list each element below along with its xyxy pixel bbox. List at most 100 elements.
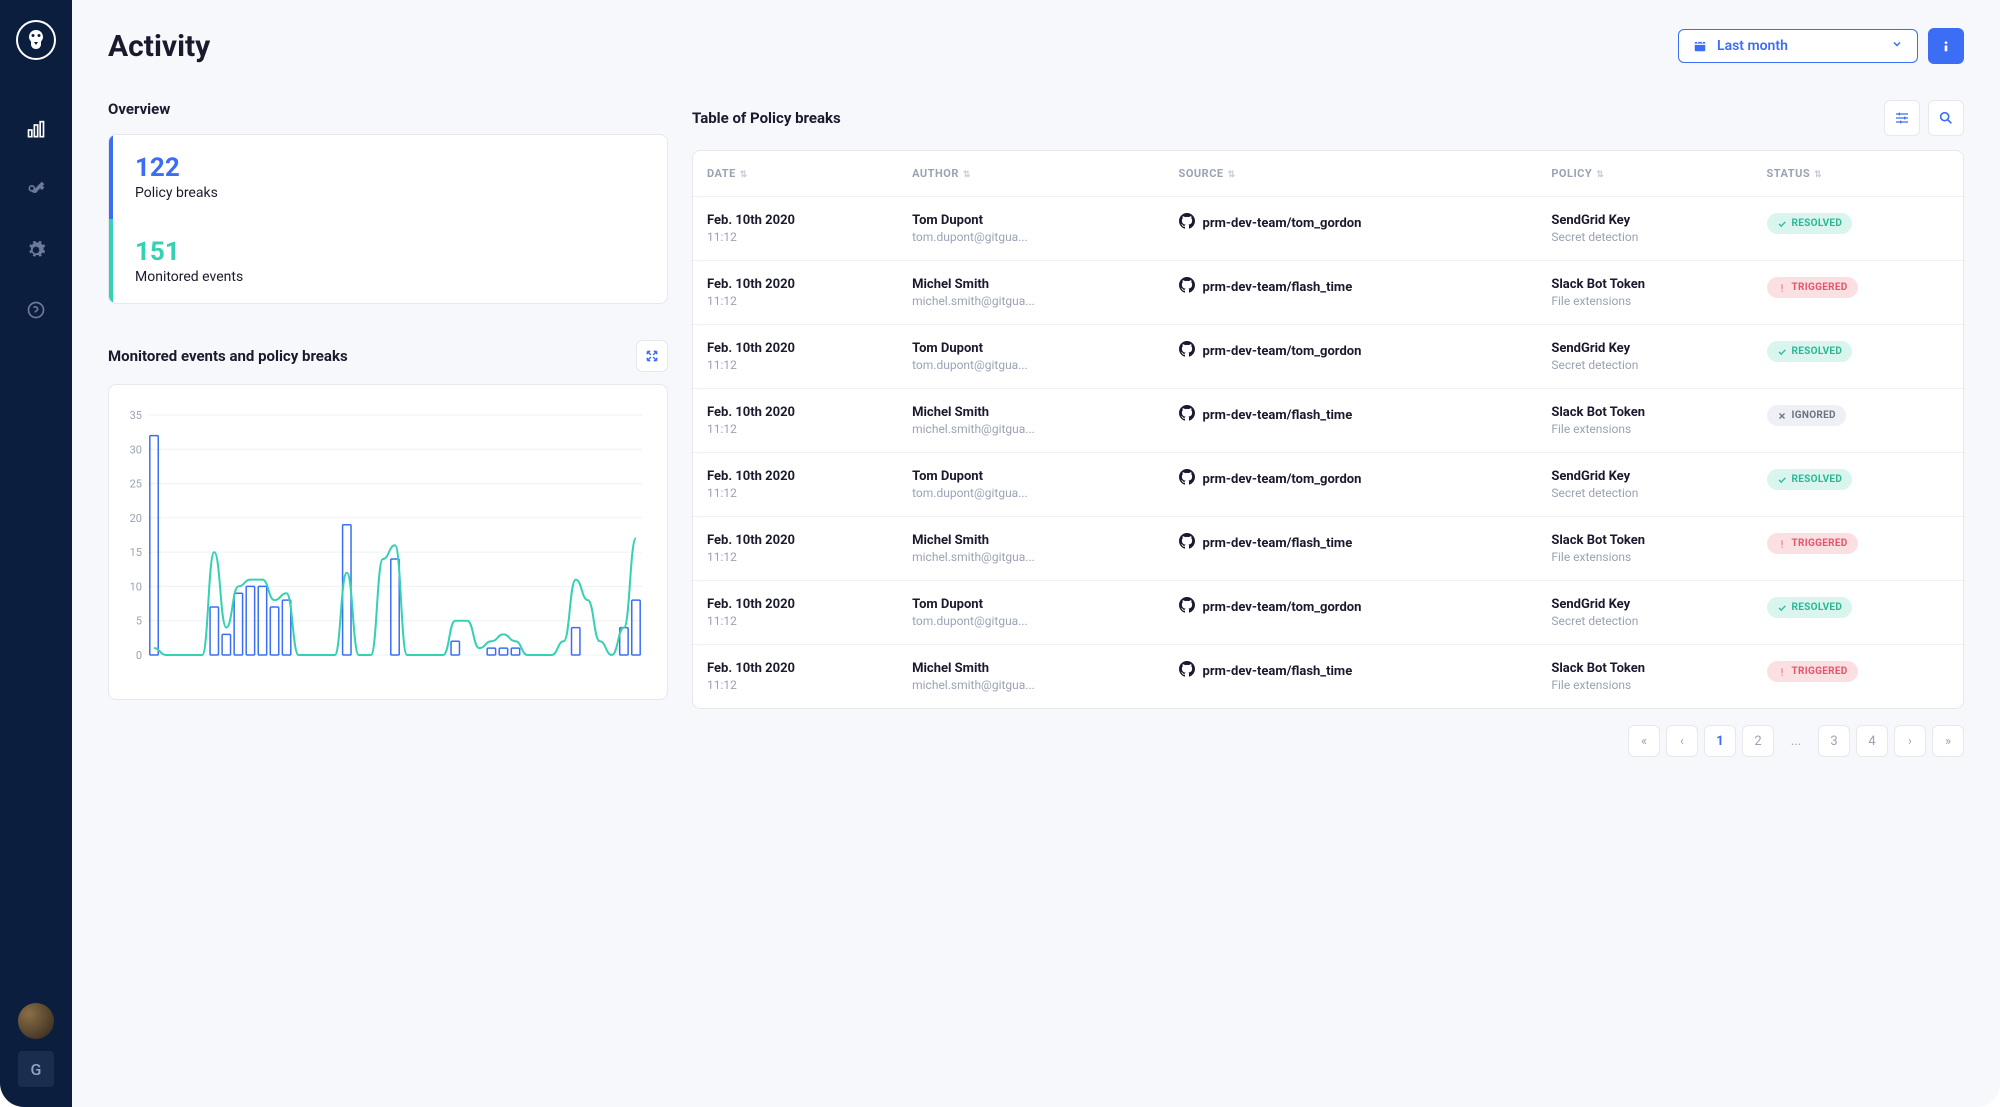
table-row[interactable]: Feb. 10th 202011:12 Tom Duponttom.dupont…	[693, 325, 1963, 389]
sort-icon: ⇅	[1814, 170, 1822, 180]
page-last[interactable]: »	[1932, 725, 1964, 757]
page-3[interactable]: 3	[1818, 725, 1850, 757]
cell-time: 11:12	[707, 230, 884, 244]
status-badge: IGNORED	[1767, 405, 1846, 426]
cell-date: Feb. 10th 2020	[707, 213, 884, 228]
cell-email: tom.dupont@gitgua...	[912, 614, 1150, 628]
table-row[interactable]: Feb. 10th 202011:12 Tom Duponttom.dupont…	[693, 581, 1963, 645]
policy-breaks-table: DATE⇅ AUTHOR⇅ SOURCE⇅ POLICY⇅ STATUS⇅ Fe…	[693, 151, 1963, 708]
cell-source: prm-dev-team/tom_gordon	[1179, 597, 1524, 617]
nav-keys[interactable]	[18, 172, 54, 208]
stat-monitored-events: 151 Monitored events	[109, 219, 667, 303]
cell-author: Tom Dupont	[912, 469, 1150, 484]
table-row[interactable]: Feb. 10th 202011:12 Michel Smithmichel.s…	[693, 645, 1963, 709]
page-1[interactable]: 1	[1704, 725, 1736, 757]
user-avatar[interactable]	[18, 1003, 54, 1039]
status-badge: TRIGGERED	[1767, 533, 1858, 554]
nav-activity[interactable]	[18, 112, 54, 148]
table-row[interactable]: Feb. 10th 202011:12 Tom Duponttom.dupont…	[693, 453, 1963, 517]
page-first[interactable]: «	[1628, 725, 1660, 757]
github-icon	[1179, 277, 1195, 297]
stat-policy-breaks-label: Policy breaks	[135, 185, 645, 201]
cell-source: prm-dev-team/tom_gordon	[1179, 469, 1524, 489]
page-next[interactable]: ›	[1894, 725, 1926, 757]
cell-policy-sub: File extensions	[1551, 550, 1738, 564]
cell-time: 11:12	[707, 358, 884, 372]
cell-time: 11:12	[707, 422, 884, 436]
cell-policy-sub: Secret detection	[1551, 230, 1738, 244]
cell-author: Tom Dupont	[912, 597, 1150, 612]
nav-help[interactable]	[18, 292, 54, 328]
chevron-down-icon	[1891, 38, 1903, 54]
cell-author: Tom Dupont	[912, 341, 1150, 356]
page-2[interactable]: 2	[1742, 725, 1774, 757]
cell-source: prm-dev-team/flash_time	[1179, 661, 1524, 681]
cell-policy-sub: Secret detection	[1551, 358, 1738, 372]
github-icon	[1179, 597, 1195, 617]
github-icon	[1179, 213, 1195, 233]
table-row[interactable]: Feb. 10th 202011:12 Michel Smithmichel.s…	[693, 261, 1963, 325]
info-button[interactable]	[1928, 28, 1964, 64]
expand-chart-button[interactable]	[636, 340, 668, 372]
table-row[interactable]: Feb. 10th 202011:12 Michel Smithmichel.s…	[693, 389, 1963, 453]
cell-policy-sub: File extensions	[1551, 422, 1738, 436]
th-policy[interactable]: POLICY⇅	[1537, 151, 1752, 197]
main-content: Activity Last month Overview	[72, 0, 2000, 1107]
cell-source: prm-dev-team/tom_gordon	[1179, 341, 1524, 361]
cell-date: Feb. 10th 2020	[707, 405, 884, 420]
table-card: DATE⇅ AUTHOR⇅ SOURCE⇅ POLICY⇅ STATUS⇅ Fe…	[692, 150, 1964, 709]
cell-policy: Slack Bot Token	[1551, 661, 1738, 676]
status-badge: RESOLVED	[1767, 341, 1853, 362]
chart-card: 05101520253035	[108, 384, 668, 700]
cell-email: tom.dupont@gitgua...	[912, 486, 1150, 500]
table-row[interactable]: Feb. 10th 202011:12 Michel Smithmichel.s…	[693, 517, 1963, 581]
th-source[interactable]: SOURCE⇅	[1165, 151, 1538, 197]
cell-author: Michel Smith	[912, 405, 1150, 420]
sort-icon: ⇅	[1228, 170, 1236, 180]
page-4[interactable]: 4	[1856, 725, 1888, 757]
status-badge: TRIGGERED	[1767, 661, 1858, 682]
svg-text:10: 10	[130, 580, 142, 593]
th-author[interactable]: AUTHOR⇅	[898, 151, 1164, 197]
cell-policy-sub: Secret detection	[1551, 614, 1738, 628]
svg-text:15: 15	[130, 546, 142, 559]
date-range-select[interactable]: Last month	[1678, 29, 1918, 63]
svg-text:30: 30	[130, 443, 142, 456]
cell-time: 11:12	[707, 550, 884, 564]
table-search-button[interactable]	[1928, 100, 1964, 136]
sort-icon: ⇅	[963, 170, 971, 180]
status-badge: TRIGGERED	[1767, 277, 1858, 298]
cell-policy: SendGrid Key	[1551, 341, 1738, 356]
svg-text:25: 25	[130, 478, 142, 491]
th-date[interactable]: DATE⇅	[693, 151, 898, 197]
cell-date: Feb. 10th 2020	[707, 469, 884, 484]
table-options-button[interactable]	[1884, 100, 1920, 136]
cell-date: Feb. 10th 2020	[707, 533, 884, 548]
github-icon	[1179, 533, 1195, 553]
pagination: «‹12...34›»	[692, 725, 1964, 757]
nav-settings[interactable]	[18, 232, 54, 268]
svg-text:0: 0	[136, 649, 142, 662]
cell-policy: SendGrid Key	[1551, 213, 1738, 228]
cell-time: 11:12	[707, 614, 884, 628]
cell-source: prm-dev-team/flash_time	[1179, 405, 1524, 425]
cell-email: tom.dupont@gitgua...	[912, 358, 1150, 372]
th-status[interactable]: STATUS⇅	[1753, 151, 1963, 197]
page-title: Activity	[108, 29, 210, 64]
overview-card: 122 Policy breaks 151 Monitored events	[108, 134, 668, 304]
sort-icon: ⇅	[1596, 170, 1604, 180]
github-icon	[1179, 661, 1195, 681]
status-badge: RESOLVED	[1767, 213, 1853, 234]
table-row[interactable]: Feb. 10th 202011:12 Tom Duponttom.dupont…	[693, 197, 1963, 261]
svg-text:20: 20	[130, 512, 142, 525]
date-range-label: Last month	[1717, 38, 1788, 54]
cell-policy: SendGrid Key	[1551, 469, 1738, 484]
cell-email: tom.dupont@gitgua...	[912, 230, 1150, 244]
stat-policy-breaks-value: 122	[135, 153, 645, 183]
page-prev[interactable]: ‹	[1666, 725, 1698, 757]
cell-email: michel.smith@gitgua...	[912, 678, 1150, 692]
org-avatar[interactable]: G	[18, 1051, 54, 1087]
cell-email: michel.smith@gitgua...	[912, 550, 1150, 564]
page-ellipsis: ...	[1780, 725, 1812, 757]
cell-policy: Slack Bot Token	[1551, 277, 1738, 292]
